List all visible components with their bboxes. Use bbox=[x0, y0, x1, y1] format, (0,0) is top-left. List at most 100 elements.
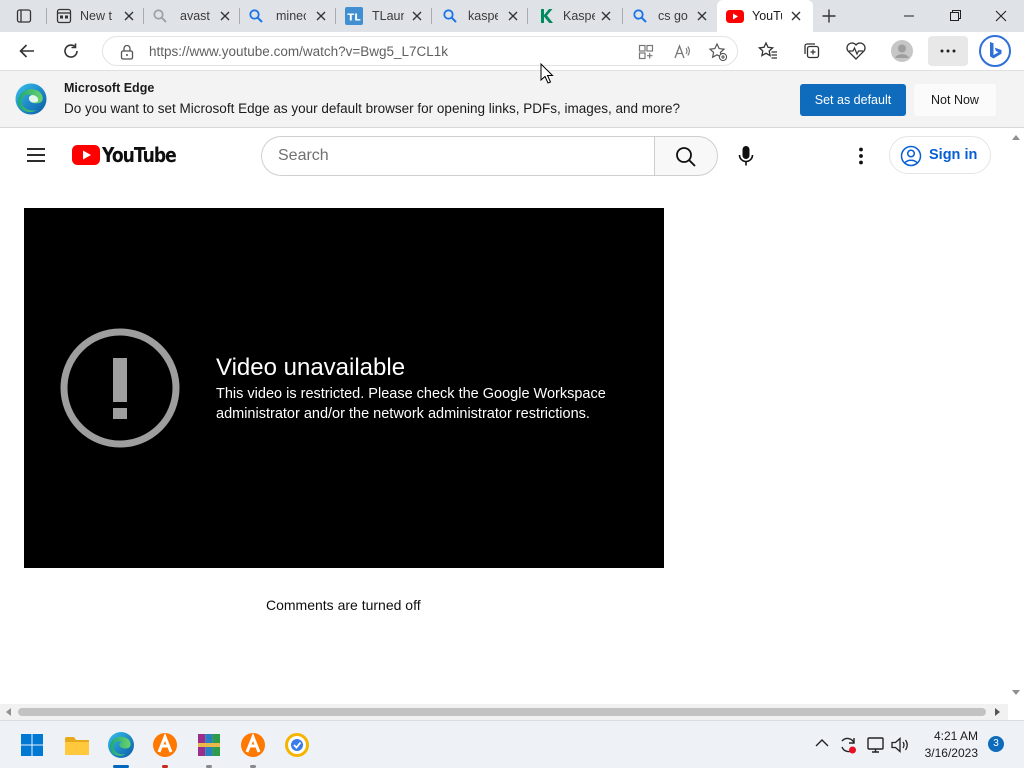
clock-time[interactable]: 4:21 AM bbox=[920, 729, 978, 743]
tab-tlauncher[interactable]: TL TLaun bbox=[336, 0, 432, 32]
scroll-right-icon[interactable] bbox=[995, 708, 1001, 716]
collections-icon[interactable] bbox=[802, 41, 822, 61]
tab-kaspersky[interactable]: Kaspe bbox=[528, 0, 624, 32]
browser-essentials-icon[interactable] bbox=[845, 41, 867, 61]
more-options-icon[interactable] bbox=[851, 146, 871, 166]
mouse-cursor-icon bbox=[540, 63, 554, 85]
hamburger-menu-icon[interactable] bbox=[26, 147, 46, 163]
chevron-up-icon[interactable] bbox=[815, 738, 829, 748]
close-icon[interactable] bbox=[600, 10, 612, 22]
volume-icon[interactable] bbox=[890, 735, 910, 755]
clock-date[interactable]: 3/16/2023 bbox=[918, 746, 978, 760]
tab-minecraft[interactable]: minec bbox=[240, 0, 336, 32]
bing-chat-icon[interactable] bbox=[978, 34, 1012, 68]
set-as-default-button[interactable]: Set as default bbox=[800, 84, 906, 116]
tab-strip: New t avast minec TL TLaun kaspe bbox=[0, 0, 1024, 32]
favorites-icon[interactable] bbox=[758, 41, 778, 61]
tab-title: New t bbox=[80, 9, 112, 23]
sign-in-button[interactable]: Sign in bbox=[889, 136, 991, 174]
navigation-bar: https://www.youtube.com/watch?v=Bwg5_L7C… bbox=[0, 32, 1024, 70]
error-title: Video unavailable bbox=[216, 354, 406, 381]
vertical-scrollbar[interactable] bbox=[1008, 128, 1024, 704]
back-button[interactable] bbox=[18, 42, 36, 60]
winrar-icon[interactable] bbox=[193, 729, 225, 761]
tab-kaspersky-search[interactable]: kaspe bbox=[432, 0, 528, 32]
kaspersky-icon bbox=[538, 8, 554, 24]
horizontal-scrollbar[interactable] bbox=[0, 704, 1008, 720]
tab-actions-icon[interactable] bbox=[16, 8, 32, 24]
horizontal-scroll-thumb[interactable] bbox=[18, 708, 986, 716]
taskbar: 4:21 AM 3/16/2023 3 bbox=[0, 720, 1024, 768]
profile-avatar[interactable] bbox=[890, 39, 914, 63]
youtube-page: YouTube Search Sign in Video unavailable… bbox=[0, 128, 1008, 704]
tab-avast[interactable]: avast bbox=[144, 0, 240, 32]
search-icon bbox=[442, 8, 458, 24]
tab-title: TLaun bbox=[372, 9, 404, 23]
new-tab-icon bbox=[56, 8, 72, 24]
tab-cs-go[interactable]: cs go bbox=[624, 0, 716, 32]
tab-separator bbox=[622, 8, 623, 24]
warning-icon bbox=[60, 328, 180, 448]
file-explorer-icon[interactable] bbox=[61, 729, 93, 761]
apps-icon[interactable] bbox=[637, 43, 655, 61]
video-player[interactable]: Video unavailable This video is restrict… bbox=[24, 208, 664, 568]
search-placeholder: Search bbox=[278, 147, 329, 164]
close-window-button[interactable] bbox=[978, 0, 1024, 32]
edge-logo-icon bbox=[14, 82, 48, 116]
restore-button[interactable] bbox=[932, 0, 978, 32]
tab-youtube[interactable]: YouTu bbox=[717, 0, 813, 32]
close-icon[interactable] bbox=[411, 10, 423, 22]
scroll-down-icon[interactable] bbox=[1012, 690, 1020, 696]
search-icon bbox=[248, 8, 264, 24]
avast-icon[interactable] bbox=[149, 729, 181, 761]
youtube-logo-text[interactable]: YouTube bbox=[102, 143, 177, 167]
svg-text:TL: TL bbox=[347, 13, 361, 24]
read-aloud-icon[interactable] bbox=[673, 43, 691, 61]
network-icon[interactable] bbox=[866, 735, 886, 755]
search-button[interactable] bbox=[654, 136, 718, 176]
notification-badge[interactable]: 3 bbox=[988, 736, 1004, 752]
tab-new-tab[interactable]: New t bbox=[48, 0, 144, 32]
default-browser-infobar: Microsoft Edge Do you want to set Micros… bbox=[0, 70, 1024, 128]
close-icon[interactable] bbox=[315, 10, 327, 22]
infobar-title: Microsoft Edge bbox=[64, 81, 155, 95]
sign-in-label: Sign in bbox=[929, 147, 978, 163]
search-icon bbox=[152, 8, 168, 24]
close-icon[interactable] bbox=[507, 10, 519, 22]
youtube-logo-icon[interactable] bbox=[72, 145, 100, 165]
close-icon[interactable] bbox=[219, 10, 231, 22]
edge-taskbar-icon[interactable] bbox=[105, 729, 137, 761]
search-icon bbox=[632, 8, 648, 24]
tab-title: avast bbox=[180, 9, 210, 23]
refresh-button[interactable] bbox=[62, 42, 80, 60]
close-icon[interactable] bbox=[123, 10, 135, 22]
avast-browser-icon[interactable] bbox=[281, 729, 313, 761]
avast-secure-browser-icon[interactable] bbox=[237, 729, 269, 761]
tlauncher-icon: TL bbox=[345, 7, 363, 25]
add-favorite-icon[interactable] bbox=[708, 42, 728, 62]
start-button[interactable] bbox=[16, 729, 48, 761]
tab-title: YouTu bbox=[752, 9, 782, 23]
close-icon[interactable] bbox=[790, 10, 802, 22]
settings-more-button[interactable] bbox=[928, 36, 968, 66]
new-tab-button[interactable] bbox=[821, 8, 837, 24]
scroll-left-icon[interactable] bbox=[5, 708, 11, 716]
tab-title: kaspe bbox=[468, 9, 498, 23]
scroll-up-icon[interactable] bbox=[1012, 134, 1020, 140]
url-text[interactable]: https://www.youtube.com/watch?v=Bwg5_L7C… bbox=[149, 44, 448, 59]
comments-off-message: Comments are turned off bbox=[266, 597, 421, 613]
microphone-icon[interactable] bbox=[735, 144, 757, 168]
tab-separator bbox=[46, 8, 47, 24]
close-icon[interactable] bbox=[696, 10, 708, 22]
search-input[interactable]: Search bbox=[261, 136, 655, 176]
tab-title: minec bbox=[276, 9, 306, 23]
infobar-message: Do you want to set Microsoft Edge as you… bbox=[64, 101, 681, 116]
lock-icon[interactable] bbox=[120, 44, 134, 60]
not-now-button[interactable]: Not Now bbox=[914, 84, 996, 116]
account-icon bbox=[900, 145, 922, 167]
sync-icon[interactable] bbox=[838, 735, 858, 755]
tab-title: Kaspe bbox=[563, 9, 595, 23]
address-bar[interactable]: https://www.youtube.com/watch?v=Bwg5_L7C… bbox=[102, 36, 738, 66]
tab-title: cs go bbox=[658, 9, 688, 23]
minimize-button[interactable] bbox=[886, 0, 932, 32]
